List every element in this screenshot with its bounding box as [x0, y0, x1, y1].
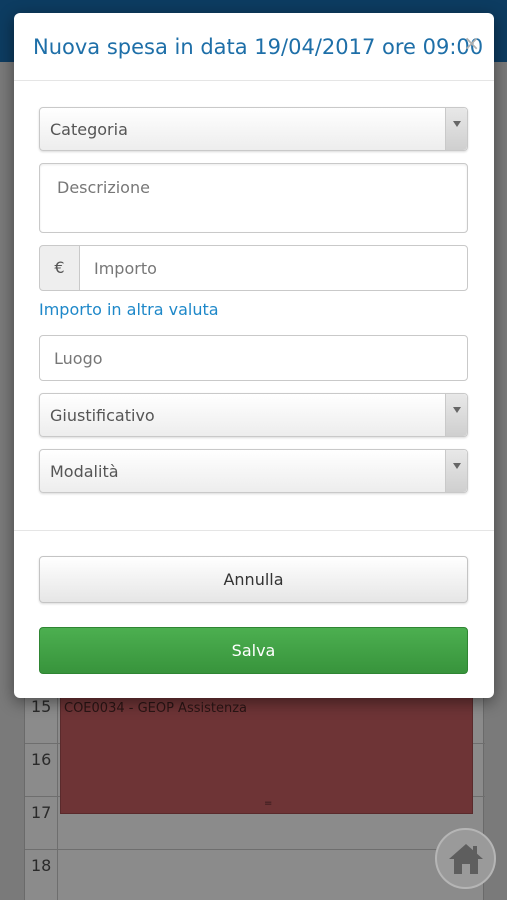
descrizione-placeholder: Descrizione	[57, 178, 150, 197]
modal-title: Nuova spesa in data 19/04/2017 ore 09:00	[33, 35, 484, 59]
luogo-placeholder: Luogo	[54, 349, 103, 368]
hour-label: 15	[31, 697, 52, 716]
descrizione-textarea[interactable]: Descrizione	[39, 163, 468, 233]
importo-input-group: € Importo	[39, 245, 468, 291]
currency-addon: €	[39, 245, 80, 291]
home-button[interactable]	[435, 828, 496, 889]
calendar-hour-row[interactable]: 18	[25, 849, 485, 900]
chevron-down-icon	[445, 394, 467, 436]
close-icon[interactable]: ×	[463, 33, 480, 53]
other-currency-link[interactable]: Importo in altra valuta	[39, 300, 219, 319]
home-icon	[448, 843, 483, 874]
hour-label: 18	[31, 856, 52, 875]
luogo-input[interactable]: Luogo	[39, 335, 468, 381]
hour-label: 17	[31, 803, 52, 822]
event-resize-handle[interactable]: =	[264, 798, 272, 809]
modal-footer-divider	[14, 530, 494, 531]
importo-placeholder: Importo	[94, 259, 157, 278]
giustificativo-select[interactable]: Giustificativo	[39, 393, 468, 437]
categoria-select-label: Categoria	[50, 120, 128, 139]
categoria-select[interactable]: Categoria	[39, 107, 468, 151]
modalita-select-label: Modalità	[50, 462, 119, 481]
calendar-event[interactable]: COE0034 - GEOP Assistenza =	[60, 690, 473, 814]
cancel-button[interactable]: Annulla	[39, 556, 468, 603]
giustificativo-select-label: Giustificativo	[50, 406, 155, 425]
modal-header: Nuova spesa in data 19/04/2017 ore 09:00…	[14, 13, 494, 81]
calendar-day-view: 15 16 17 18 COE0034 - GEOP Assistenza =	[24, 690, 485, 900]
modalita-select[interactable]: Modalità	[39, 449, 468, 493]
importo-input[interactable]: Importo	[79, 245, 468, 291]
hour-label: 16	[31, 750, 52, 769]
save-button[interactable]: Salva	[39, 627, 468, 674]
chevron-down-icon	[445, 108, 467, 150]
new-expense-modal: Nuova spesa in data 19/04/2017 ore 09:00…	[14, 13, 494, 698]
event-title: COE0034 - GEOP Assistenza	[64, 701, 248, 716]
chevron-down-icon	[445, 450, 467, 492]
